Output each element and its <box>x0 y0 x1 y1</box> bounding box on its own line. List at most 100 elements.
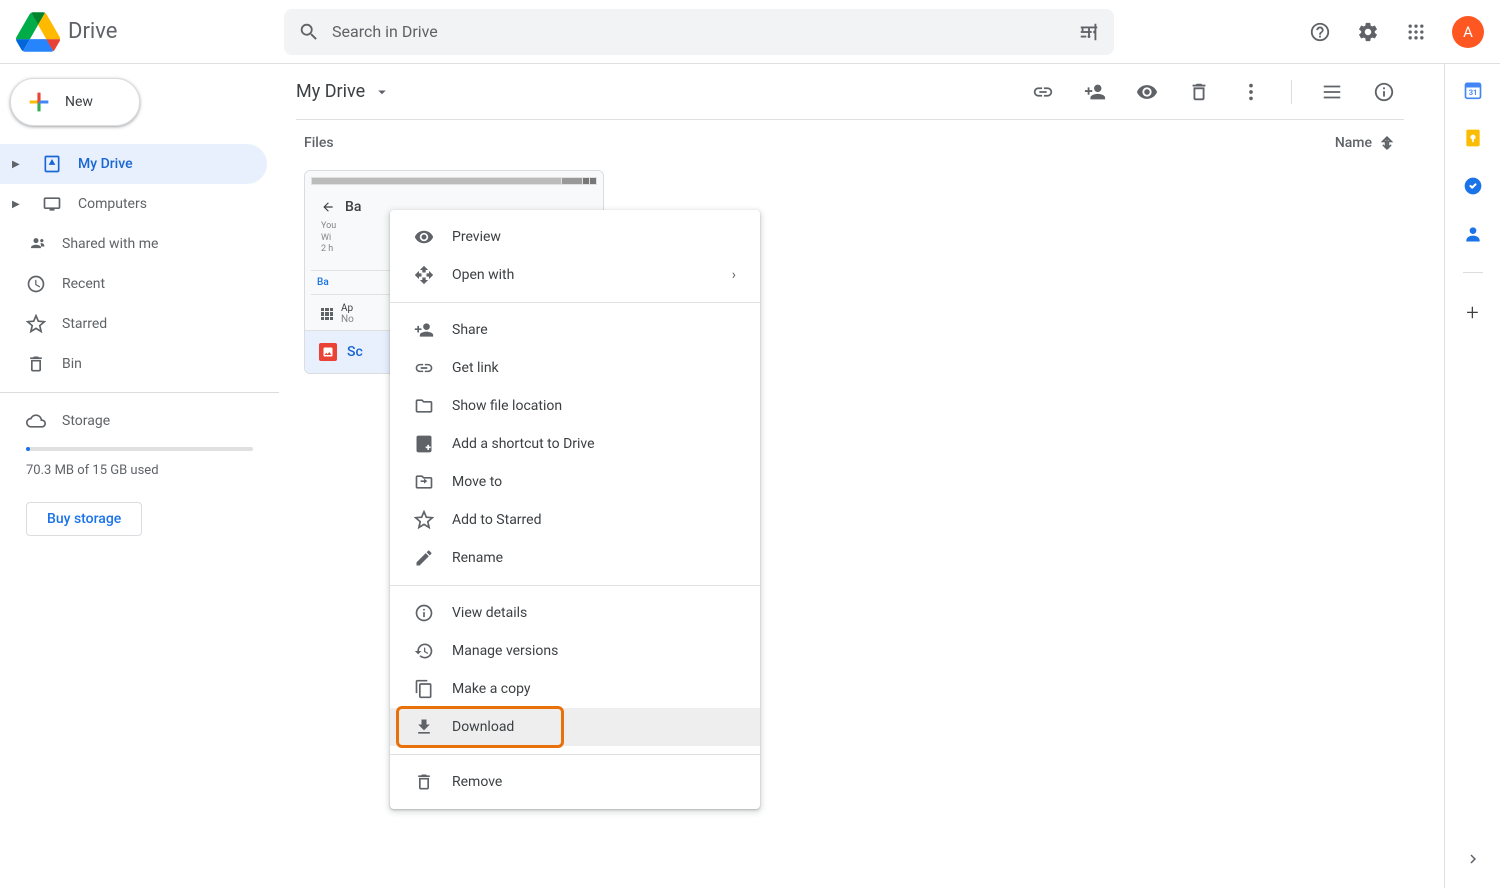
svg-text:31: 31 <box>1468 88 1477 97</box>
menu-item-add-to-starred[interactable]: Add to Starred <box>390 501 760 539</box>
menu-item-download[interactable]: Download <box>390 708 760 746</box>
menu-item-view-details[interactable]: View details <box>390 594 760 632</box>
divider <box>1463 272 1483 273</box>
right-rail: 31 + <box>1444 64 1500 888</box>
move-to-icon <box>414 472 434 492</box>
rename-icon <box>414 548 434 568</box>
calendar-icon[interactable]: 31 <box>1463 80 1483 100</box>
tasks-icon[interactable] <box>1463 176 1483 196</box>
top-bar: Drive A <box>0 0 1500 64</box>
menu-item-label: Move to <box>452 474 502 490</box>
get-link-icon <box>414 358 434 378</box>
file-name: Sc <box>347 344 363 360</box>
menu-item-get-link[interactable]: Get link <box>390 349 760 387</box>
menu-item-label: Rename <box>452 550 503 566</box>
sidebar-item-label: My Drive <box>78 156 133 172</box>
sidebar-item-label: Storage <box>62 413 110 429</box>
sidebar-item-computers[interactable]: ▶ Computers <box>0 184 267 224</box>
more-actions-button[interactable] <box>1231 72 1271 112</box>
sort-label: Name <box>1335 135 1372 151</box>
chevron-right-icon: › <box>732 267 736 283</box>
drive-logo-icon <box>16 12 60 52</box>
menu-item-label: Remove <box>452 774 502 790</box>
preview-icon <box>414 227 434 247</box>
computers-icon <box>42 194 62 214</box>
menu-item-label: Preview <box>452 229 501 245</box>
chevron-down-icon <box>373 83 391 101</box>
remove-button[interactable] <box>1179 72 1219 112</box>
menu-item-label: Share <box>452 322 488 338</box>
sidebar-item-bin[interactable]: Bin <box>0 344 267 384</box>
menu-item-add-a-shortcut-to-drive[interactable]: Add a shortcut to Drive <box>390 425 760 463</box>
search-box[interactable] <box>284 9 1114 55</box>
sidebar-item-label: Shared with me <box>62 236 158 252</box>
sidebar-item-storage[interactable]: Storage <box>0 401 267 441</box>
menu-item-move-to[interactable]: Move to <box>390 463 760 501</box>
menu-item-open-with[interactable]: Open with› <box>390 256 760 294</box>
menu-item-remove[interactable]: Remove <box>390 763 760 801</box>
menu-item-rename[interactable]: Rename <box>390 539 760 577</box>
menu-item-share[interactable]: Share <box>390 311 760 349</box>
collapse-rail-button[interactable] <box>1464 850 1482 872</box>
starred-icon <box>26 314 46 334</box>
app-name: Drive <box>68 19 117 44</box>
menu-item-manage-versions[interactable]: Manage versions <box>390 632 760 670</box>
view-details-button[interactable] <box>1364 72 1404 112</box>
search-options-icon[interactable] <box>1078 21 1100 43</box>
nav-divider <box>0 392 279 393</box>
menu-item-show-file-location[interactable]: Show file location <box>390 387 760 425</box>
sort-column[interactable]: Name <box>1335 134 1396 152</box>
add-a-shortcut-to-drive-icon <box>414 434 434 454</box>
menu-item-label: Get link <box>452 360 499 376</box>
context-menu: Preview Open with› Share Get link Show file … <box>390 210 760 809</box>
help-button[interactable] <box>1300 12 1340 52</box>
sidebar-item-recent[interactable]: Recent <box>0 264 267 304</box>
new-button[interactable]: New <box>10 78 140 126</box>
apps-button[interactable] <box>1396 12 1436 52</box>
open-with-icon <box>414 265 434 285</box>
menu-item-label: Download <box>452 719 514 735</box>
sidebar: New ▶ My Drive ▶ Computers Shared with m… <box>0 64 280 888</box>
new-button-label: New <box>65 94 93 110</box>
preview-button[interactable] <box>1127 72 1167 112</box>
share-button[interactable] <box>1075 72 1115 112</box>
arrow-up-icon <box>1378 134 1396 152</box>
recent-icon <box>26 274 46 294</box>
list-view-button[interactable] <box>1312 72 1352 112</box>
buy-storage-button[interactable]: Buy storage <box>26 502 142 536</box>
breadcrumb[interactable]: My Drive <box>296 81 391 102</box>
menu-item-label: Show file location <box>452 398 562 414</box>
menu-divider <box>390 585 760 586</box>
view-details-icon <box>414 603 434 623</box>
settings-button[interactable] <box>1348 12 1388 52</box>
menu-item-label: View details <box>452 605 527 621</box>
top-right-actions: A <box>1300 12 1484 52</box>
search-input[interactable] <box>332 22 1066 41</box>
download-icon <box>414 717 434 737</box>
action-bar <box>1023 72 1404 112</box>
sidebar-item-my-drive[interactable]: ▶ My Drive <box>0 144 267 184</box>
share-icon <box>414 320 434 340</box>
plus-icon <box>25 88 53 116</box>
logo-section[interactable]: Drive <box>16 12 276 52</box>
bin-icon <box>26 354 46 374</box>
cloud-icon <box>26 411 46 431</box>
menu-item-label: Make a copy <box>452 681 531 697</box>
menu-item-make-a-copy[interactable]: Make a copy <box>390 670 760 708</box>
back-arrow-icon <box>321 200 335 214</box>
divider <box>1291 80 1292 104</box>
storage-bar <box>26 447 253 451</box>
my-drive-icon <box>42 154 62 174</box>
sidebar-item-starred[interactable]: Starred <box>0 304 267 344</box>
contacts-icon[interactable] <box>1463 224 1483 244</box>
keep-icon[interactable] <box>1463 128 1483 148</box>
sidebar-item-shared[interactable]: Shared with me <box>0 224 267 264</box>
add-to-starred-icon <box>414 510 434 530</box>
menu-item-preview[interactable]: Preview <box>390 218 760 256</box>
add-app-button[interactable]: + <box>1466 301 1478 326</box>
make-a-copy-icon <box>414 679 434 699</box>
avatar[interactable]: A <box>1452 16 1484 48</box>
get-link-button[interactable] <box>1023 72 1063 112</box>
files-label: Files <box>304 135 334 151</box>
menu-item-label: Manage versions <box>452 643 558 659</box>
